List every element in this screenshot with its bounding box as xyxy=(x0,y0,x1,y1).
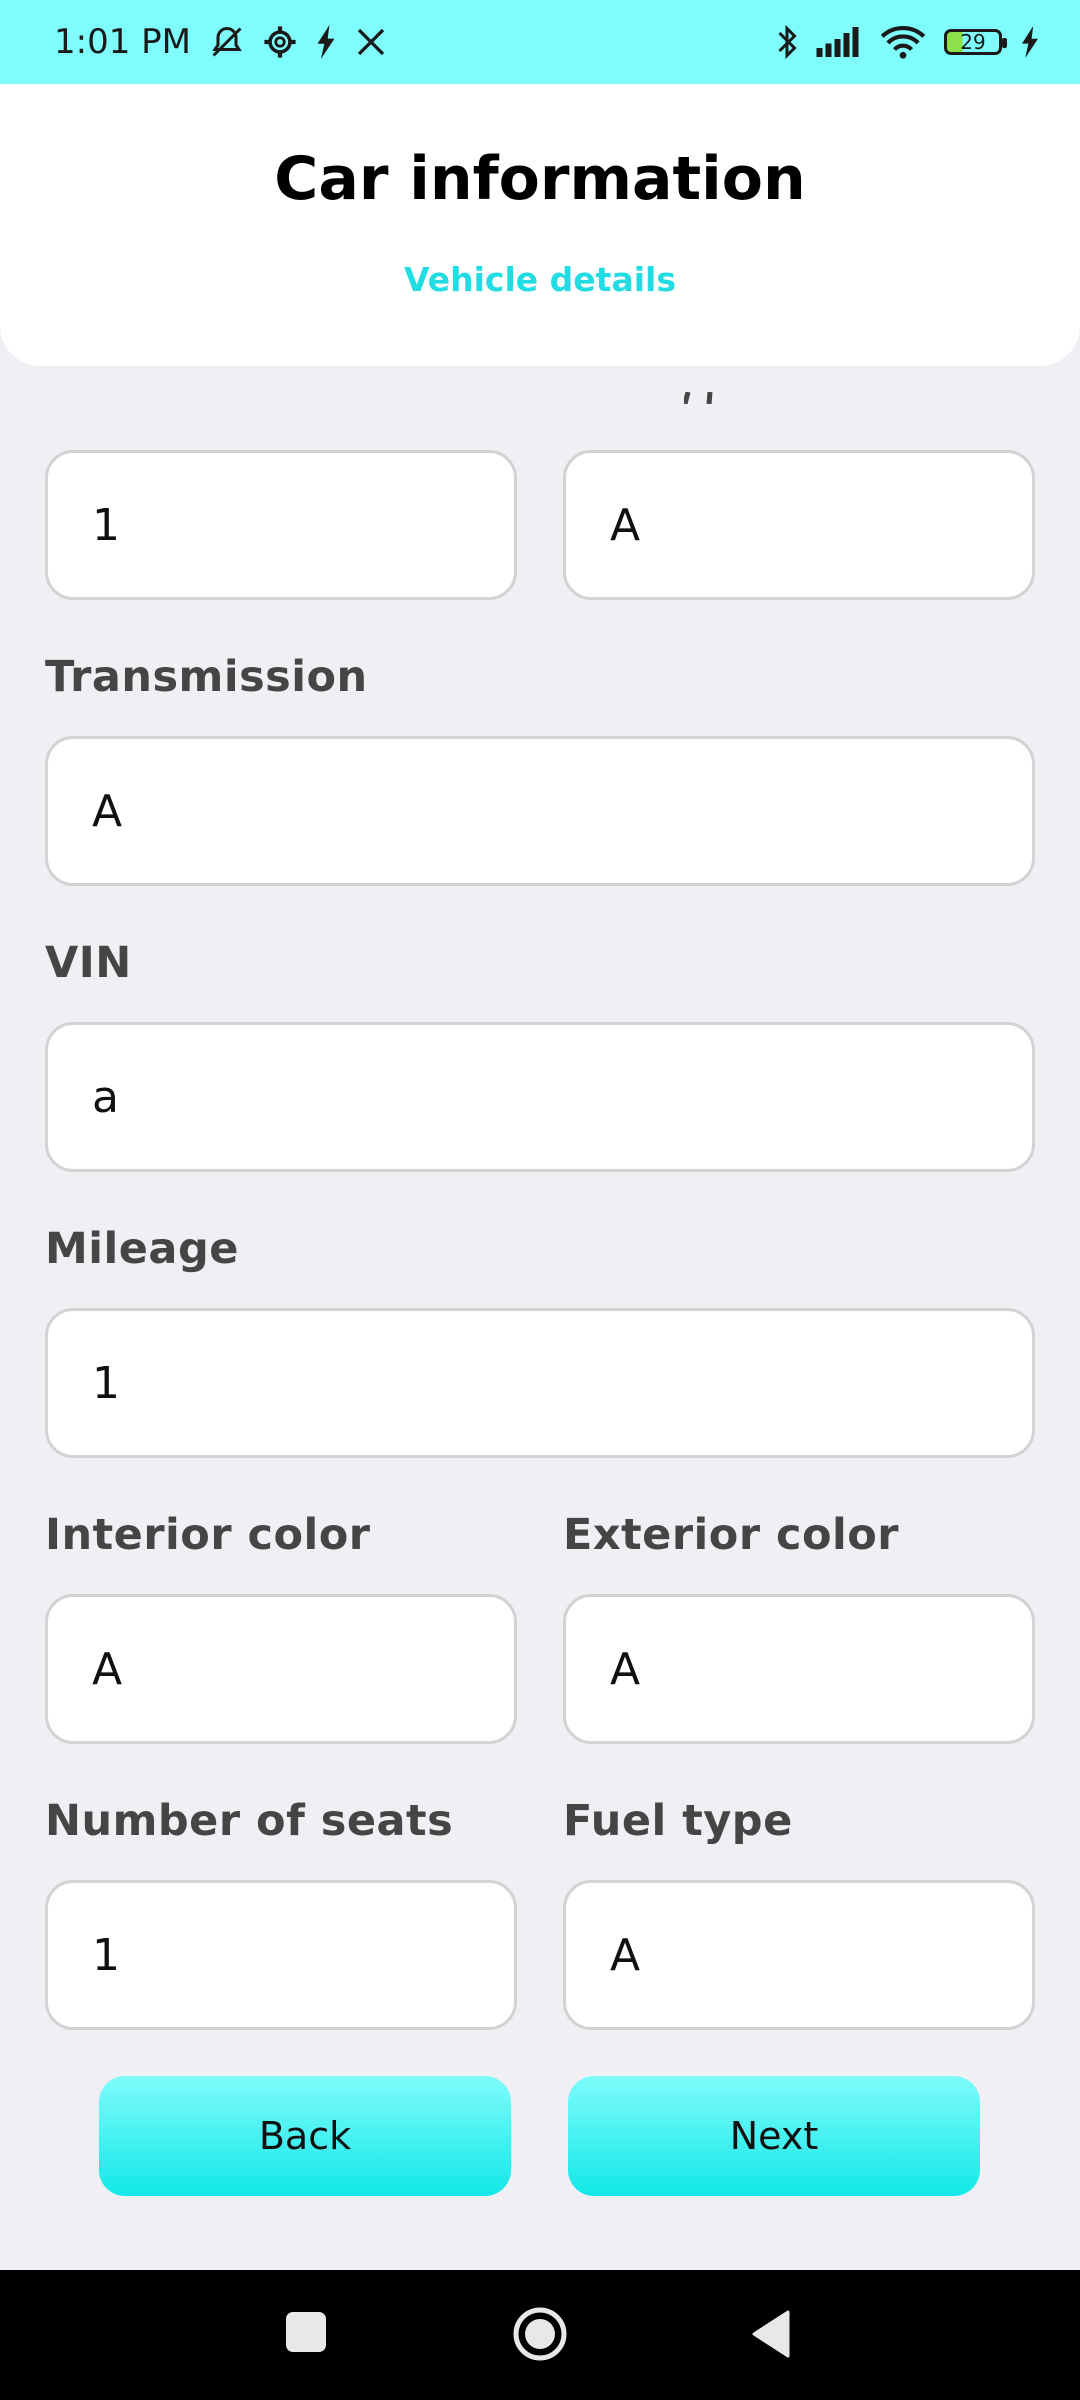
vin-label: VIN xyxy=(45,938,132,988)
wifi-icon xyxy=(880,25,926,59)
scrolled-label-fragment xyxy=(684,392,713,404)
battery-level: 29 xyxy=(960,30,986,54)
mute-icon xyxy=(209,24,245,60)
charging-bolt-icon xyxy=(1020,26,1040,58)
fuel-type-label: Fuel type xyxy=(563,1796,793,1846)
signal-icon xyxy=(816,27,862,57)
transmission-field[interactable]: A xyxy=(45,736,1035,886)
fuel-type-field[interactable]: A xyxy=(563,1880,1035,2030)
recents-square-icon[interactable] xyxy=(286,2312,326,2352)
x-logo-icon xyxy=(355,26,387,58)
vin-field[interactable]: a xyxy=(45,1022,1035,1172)
status-bar: 1:01 PM 29 xyxy=(0,0,1080,84)
interior-color-field[interactable]: A xyxy=(45,1594,517,1744)
exterior-color-field[interactable]: A xyxy=(563,1594,1035,1744)
bluetooth-icon xyxy=(776,24,798,60)
interior-color-label: Interior color xyxy=(45,1510,371,1560)
page-subtitle: Vehicle details xyxy=(404,260,676,299)
next-button[interactable]: Next xyxy=(568,2076,980,2196)
top-left-field[interactable]: 1 xyxy=(45,450,517,600)
battery-icon: 29 xyxy=(944,29,1007,55)
transmission-label: Transmission xyxy=(45,652,368,702)
settings-gear-icon xyxy=(263,25,297,59)
home-circle-icon[interactable] xyxy=(512,2306,568,2362)
page-title: Car information xyxy=(274,144,806,214)
exterior-color-label: Exterior color xyxy=(563,1510,900,1560)
mileage-label: Mileage xyxy=(45,1224,239,1274)
page-header: Car information Vehicle details xyxy=(0,84,1080,366)
back-triangle-icon[interactable] xyxy=(750,2310,790,2358)
car-form: 1 A Transmission A VIN a Mileage 1 Inter… xyxy=(0,366,1080,2270)
seats-label: Number of seats xyxy=(45,1796,454,1846)
charging-bolt-icon xyxy=(315,25,337,59)
clock: 1:01 PM xyxy=(54,22,191,62)
back-button[interactable]: Back xyxy=(99,2076,511,2196)
system-nav-bar xyxy=(0,2270,1080,2400)
mileage-field[interactable]: 1 xyxy=(45,1308,1035,1458)
top-right-field[interactable]: A xyxy=(563,450,1035,600)
seats-field[interactable]: 1 xyxy=(45,1880,517,2030)
